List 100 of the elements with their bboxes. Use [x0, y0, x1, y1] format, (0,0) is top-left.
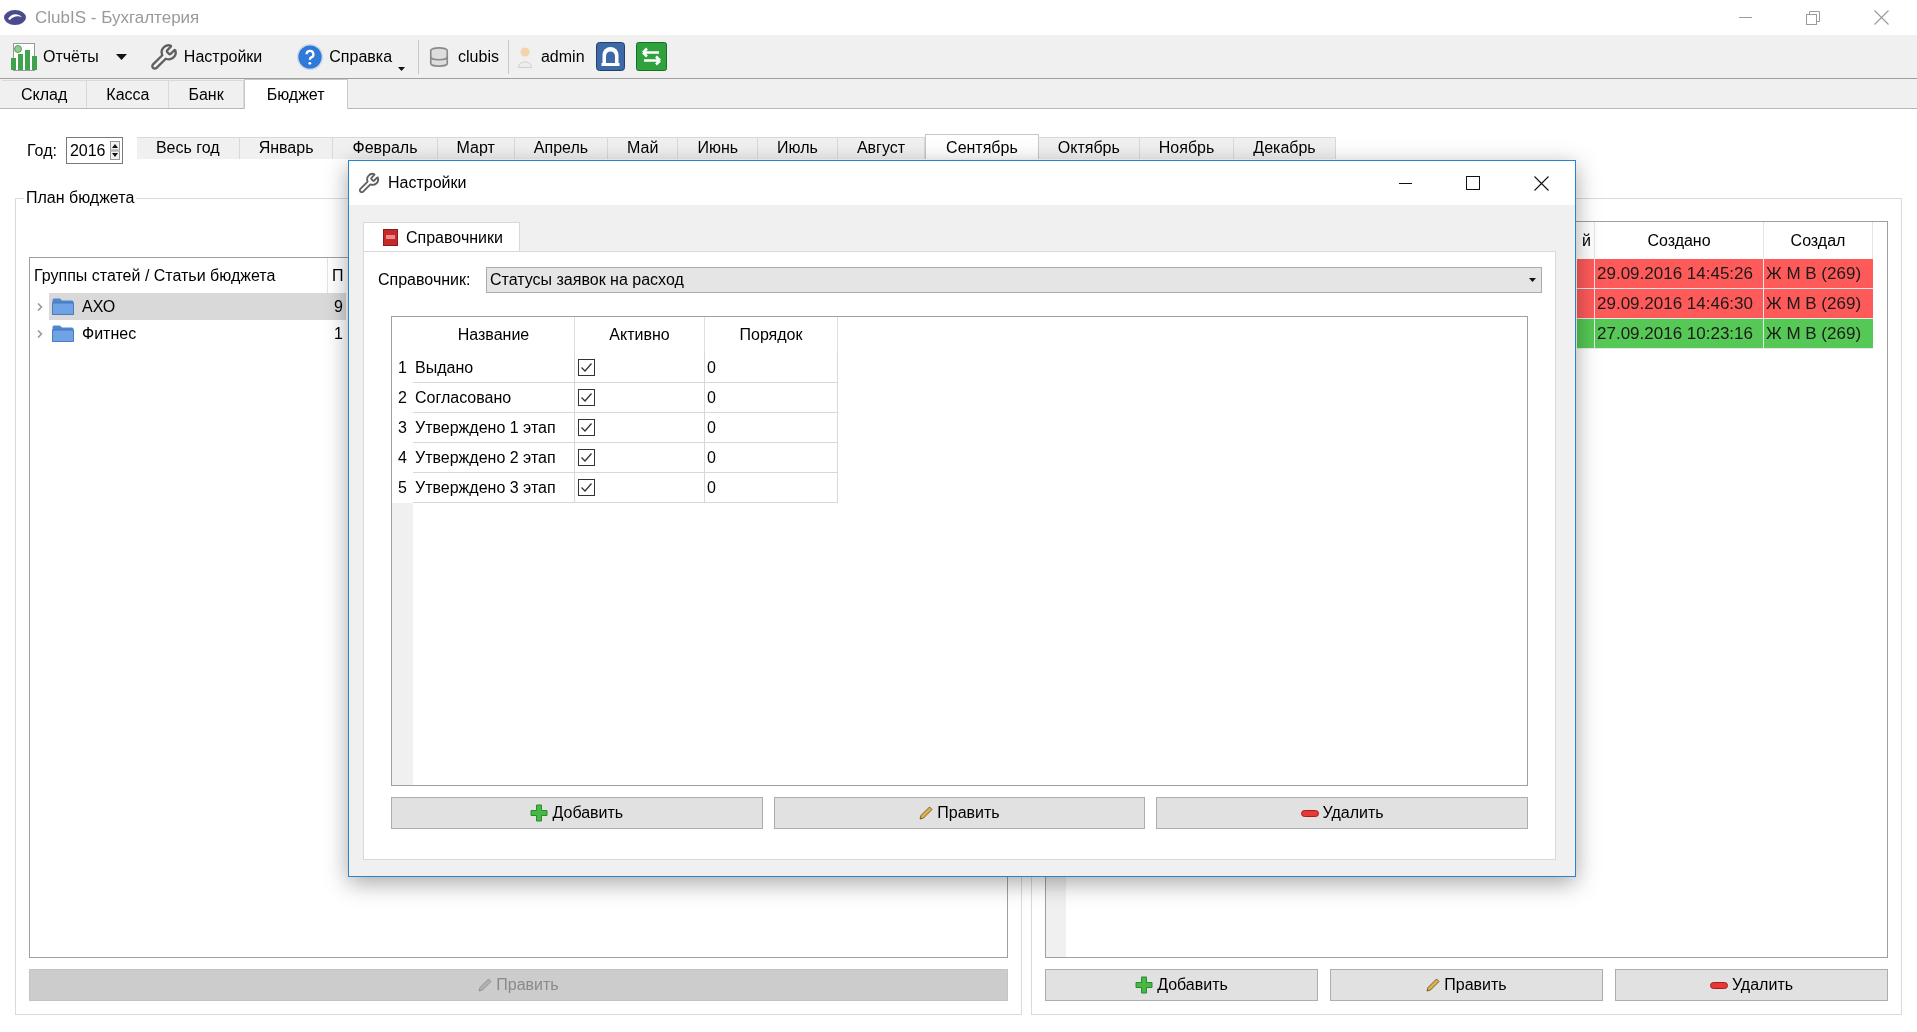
tab[interactable]: Склад — [2, 80, 88, 108]
minus-icon — [1300, 809, 1319, 817]
table-cell-text: Ж М В (269) — [1766, 292, 1862, 315]
checkbox[interactable] — [578, 449, 595, 466]
month-tab[interactable]: Январь — [239, 137, 334, 159]
edit-button[interactable]: Править — [773, 797, 1146, 829]
table-cell-text: Выдано — [415, 357, 474, 378]
spin-arrows-icon — [109, 141, 120, 160]
column-header: Создано — [1647, 230, 1711, 251]
table-cell-text: Ж М В (269) — [1766, 262, 1862, 285]
table-cell-text: Согласовано — [415, 387, 512, 408]
checkbox[interactable] — [578, 419, 595, 436]
table-cell-text: 0 — [707, 477, 716, 498]
column-header: й — [1582, 230, 1591, 251]
checkbox[interactable] — [578, 389, 595, 406]
close-icon — [1533, 175, 1549, 191]
row-number: 2 — [398, 388, 407, 408]
row-number: 4 — [398, 448, 407, 468]
column-header: Создал — [1790, 230, 1846, 251]
column-header: Группы статей / Статьи бюджета — [34, 265, 276, 286]
month-tab[interactable]: Октябрь — [1038, 137, 1140, 159]
tree-item-label: Фитнес — [82, 323, 137, 344]
table-cell-text: Ж М В (269) — [1766, 322, 1862, 345]
table-row[interactable]: 29.09.2016 14:46:30 Ж М В (269) — [1577, 289, 1873, 319]
caret-icon — [398, 66, 406, 71]
wrench-icon — [149, 42, 178, 71]
row-number: 3 — [398, 418, 407, 438]
tab[interactable]: Касса — [87, 80, 170, 108]
restore-icon — [1806, 10, 1820, 25]
month-tab[interactable]: Апрель — [514, 137, 609, 159]
table-cell-text: 29.09.2016 14:45:26 — [1597, 262, 1753, 285]
database-name: clubis — [458, 46, 499, 67]
month-tab[interactable]: Август — [837, 137, 926, 159]
row-number: 1 — [398, 358, 407, 378]
month-tab[interactable]: Июнь — [678, 137, 759, 159]
month-tab[interactable]: Февраль — [333, 137, 438, 159]
row-number: 5 — [398, 478, 407, 498]
column-header: Порядок — [739, 325, 803, 345]
tree-cell-text: 9 — [333, 296, 343, 317]
table-cell-text: 27.09.2016 10:23:16 — [1597, 322, 1753, 345]
tab[interactable]: Справочники — [363, 222, 520, 252]
tab[interactable]: Бюджет — [243, 79, 348, 109]
spin-box[interactable]: 2016 — [65, 137, 123, 164]
maximize-icon — [1466, 176, 1480, 190]
month-tab[interactable]: Весь год — [136, 137, 240, 159]
book-icon — [383, 229, 398, 246]
table-cell-text: 0 — [707, 357, 716, 378]
checkbox[interactable] — [578, 479, 595, 496]
field-label: Справочник: — [378, 270, 472, 290]
minimize-icon — [1738, 17, 1752, 18]
column-header: Название — [457, 325, 530, 345]
reports-button[interactable]: Отчёты — [6, 39, 103, 74]
month-tab[interactable]: Июль — [758, 137, 838, 159]
pencil-icon — [478, 978, 493, 992]
month-tab[interactable]: Сентябрь — [925, 134, 1039, 159]
table-row[interactable]: 29.09.2016 14:45:26 Ж М В (269) — [1577, 259, 1873, 289]
delete-button[interactable]: Удалить — [1156, 797, 1528, 829]
pencil-icon — [1426, 978, 1441, 992]
month-tab[interactable]: Ноябрь — [1139, 137, 1235, 159]
add-button[interactable]: Добавить — [1045, 969, 1318, 1001]
column-header: Активно — [609, 325, 670, 345]
add-button[interactable]: Добавить — [391, 797, 763, 829]
dropdown[interactable]: Статусы заявок на расход — [486, 267, 1542, 293]
column-header: П — [332, 265, 344, 286]
plus-icon — [1135, 976, 1154, 994]
settings-button[interactable]: Настройки — [145, 39, 267, 74]
month-tab[interactable]: Декабрь — [1234, 137, 1336, 159]
window-title: ClubIS - Бухгалтерия — [35, 6, 200, 29]
pencil-icon — [919, 806, 934, 820]
checkbox[interactable] — [578, 359, 595, 376]
table-cell-text: 0 — [707, 387, 716, 408]
folder-icon — [52, 298, 74, 315]
month-tab[interactable]: Май — [608, 137, 679, 159]
lock-icon[interactable] — [595, 42, 625, 71]
table-row[interactable]: 27.09.2016 10:23:16 Ж М В (269) — [1577, 319, 1873, 349]
plus-icon — [530, 804, 549, 822]
database-icon — [428, 45, 451, 68]
user-name: admin — [540, 46, 585, 67]
help-button[interactable]: Справка — [293, 39, 410, 74]
month-tab[interactable]: Март — [437, 137, 515, 159]
minus-icon — [1709, 981, 1728, 989]
delete-button[interactable]: Удалить — [1615, 969, 1888, 1001]
tab[interactable]: Банк — [169, 80, 244, 108]
folder-icon — [52, 325, 74, 342]
swap-arrows-icon[interactable] — [635, 42, 667, 71]
tree-row[interactable]: АХО 9 — [49, 293, 346, 320]
user-icon — [517, 45, 532, 68]
table-cell-text: Утверждено 3 этап — [415, 477, 556, 498]
group-title: План бюджета — [24, 188, 137, 208]
caret-icon — [116, 53, 128, 60]
table-cell-text: Утверждено 1 этап — [415, 417, 556, 438]
tree-cell-text: 1 — [333, 323, 343, 344]
wrench-icon — [358, 172, 380, 194]
close-icon — [1873, 10, 1889, 25]
table-cell-text: 0 — [707, 447, 716, 468]
table-cell-text: 29.09.2016 14:46:30 — [1597, 292, 1753, 315]
edit-button[interactable]: Править — [1330, 969, 1603, 1001]
bar-chart-document-icon — [10, 42, 38, 71]
logo-icon — [4, 10, 26, 25]
minimize-icon — [1398, 182, 1412, 184]
